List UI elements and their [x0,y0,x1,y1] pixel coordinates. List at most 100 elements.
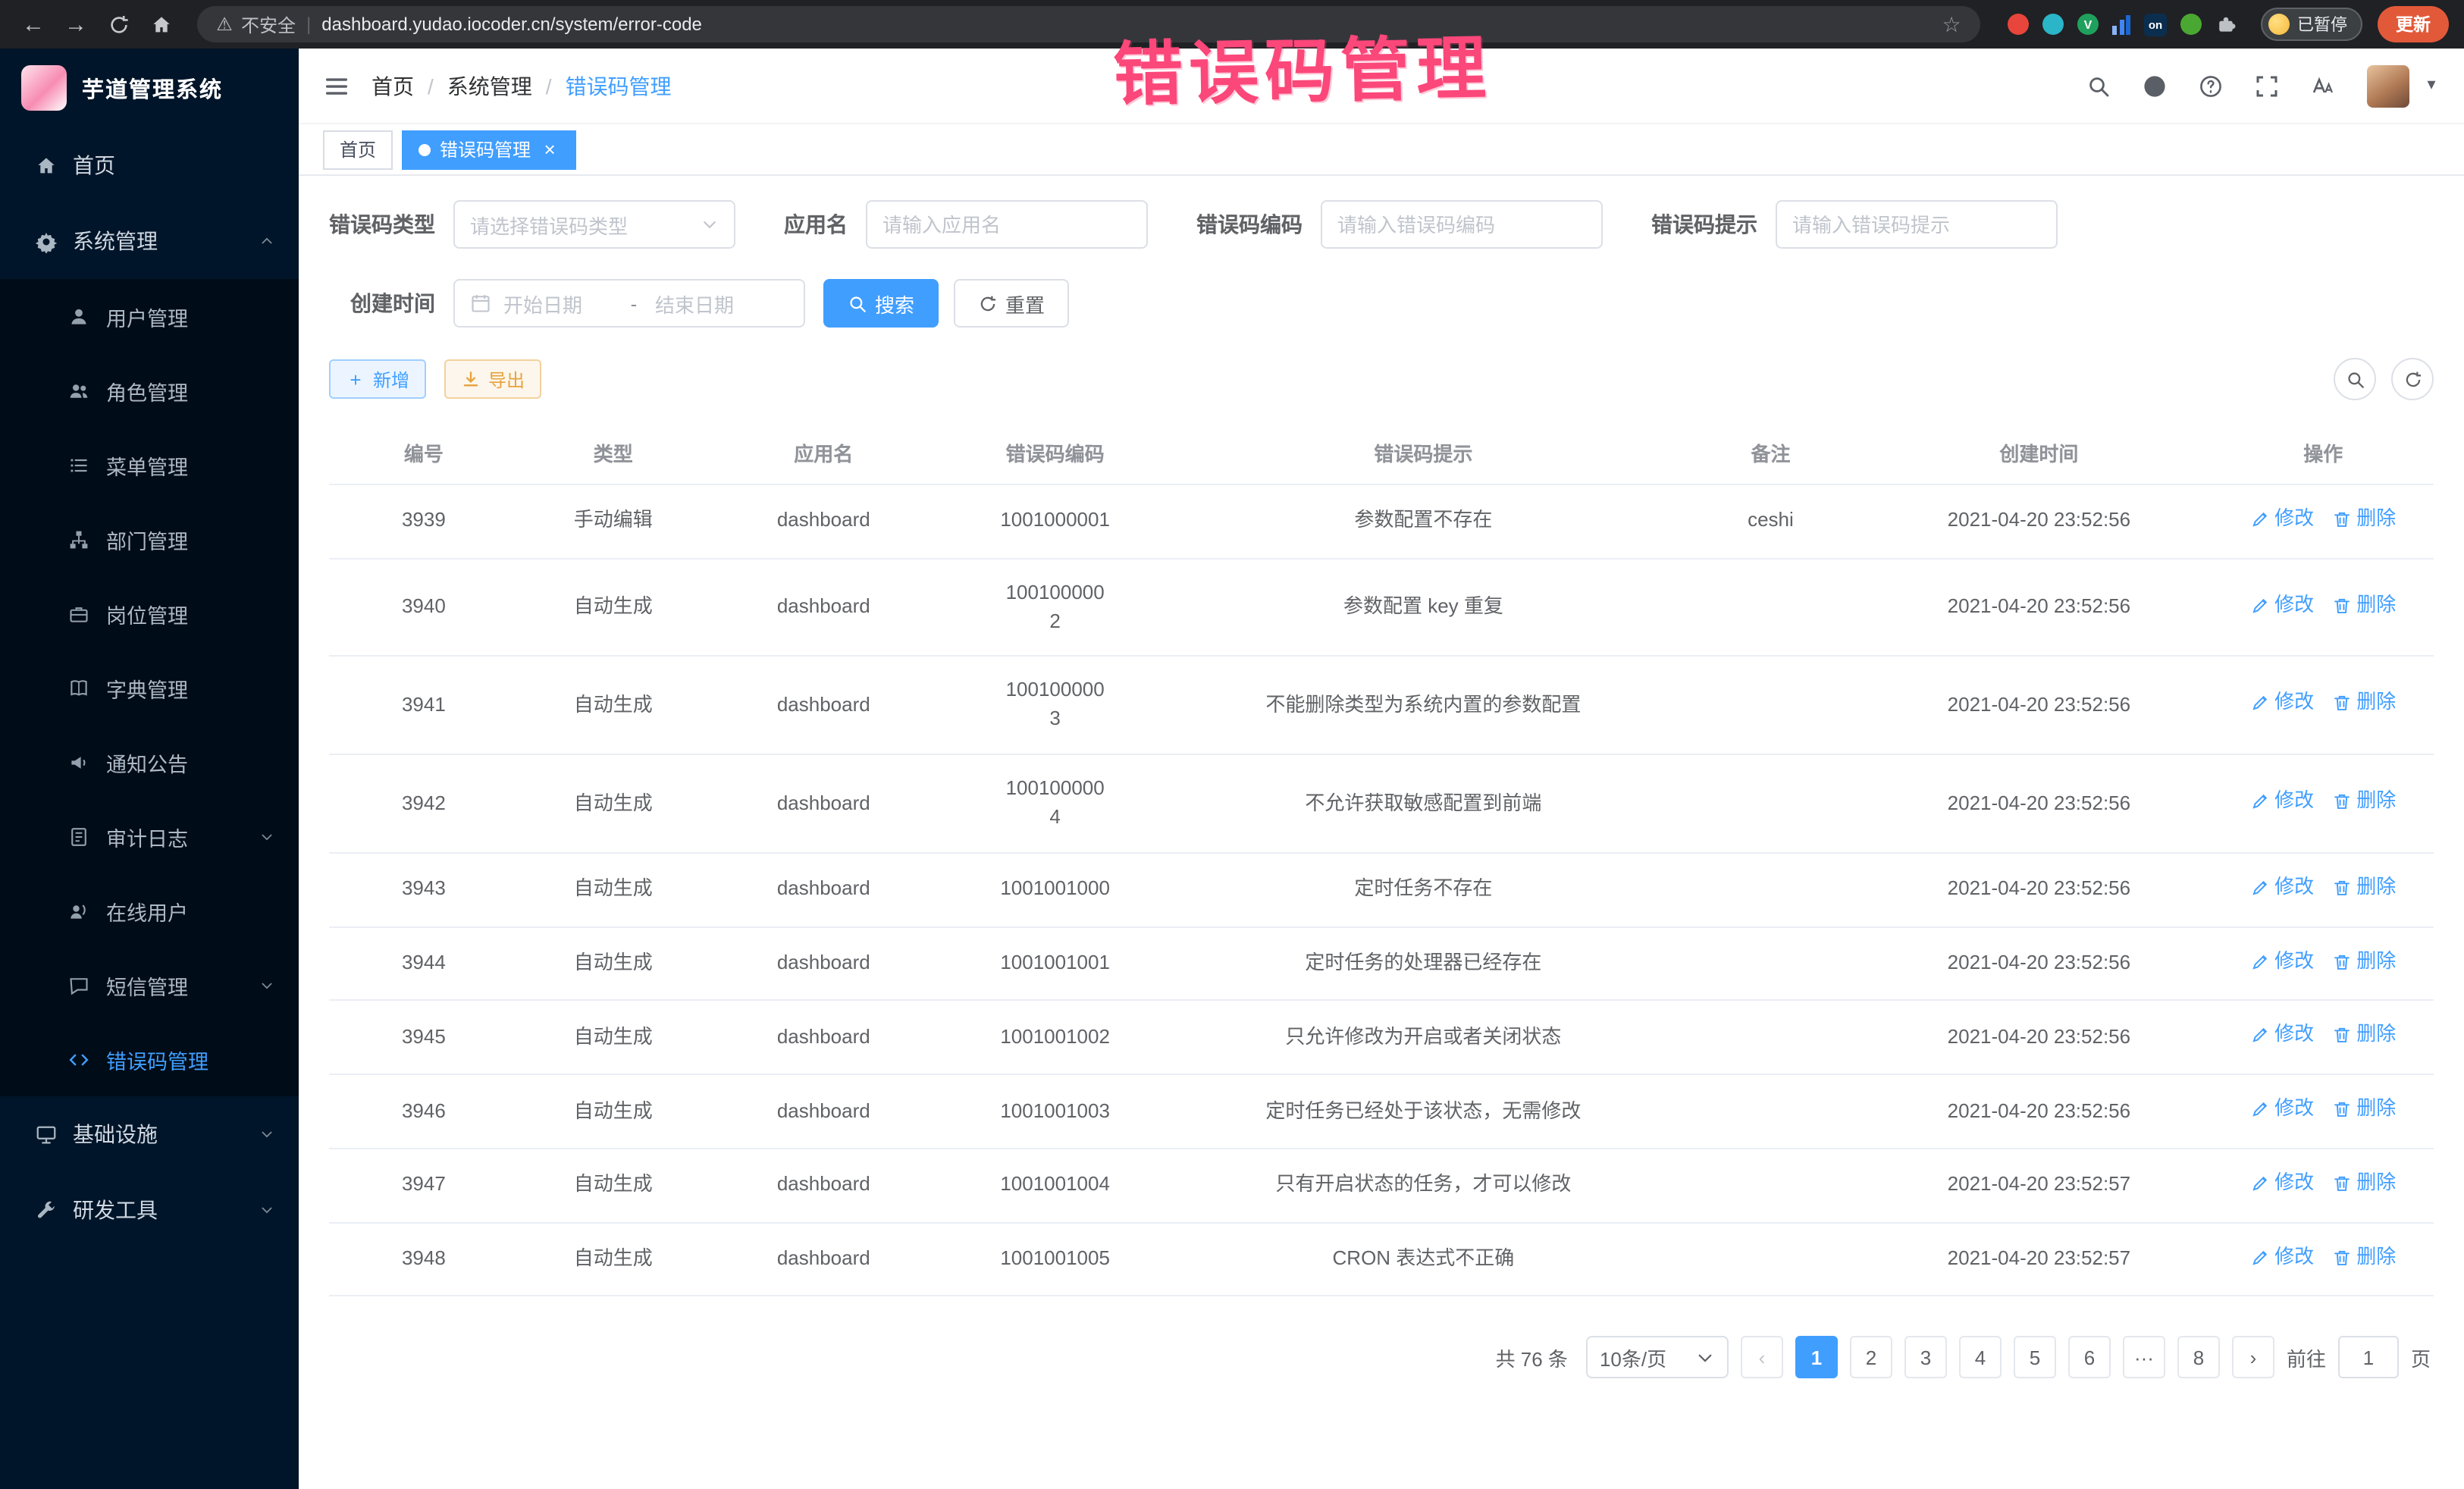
sidebar-item-menu[interactable]: 菜单管理 [0,428,299,502]
reset-button[interactable]: 重置 [954,279,1069,328]
tab-error-code[interactable]: 错误码管理 × [402,130,576,169]
page-button-2[interactable]: 2 [1850,1337,1892,1379]
sidebar-item-dict[interactable]: 字典管理 [0,650,299,725]
create-time-range-picker[interactable]: 开始日期 - 结束日期 [453,279,805,328]
github-icon[interactable] [2143,74,2167,98]
extension-icon-chart[interactable] [2112,14,2130,34]
app-logo[interactable]: 芋道管理系统 [0,49,299,127]
extension-icon-teal[interactable] [2042,14,2064,35]
chat-icon [67,974,91,995]
error-hint-input[interactable] [1792,213,2041,236]
system-submenu: 用户管理角色管理菜单管理部门管理岗位管理字典管理通知公告审计日志在线用户短信管理… [0,279,299,1096]
page-button-3[interactable]: 3 [1904,1337,1947,1379]
sidebar-toggle-icon[interactable] [323,72,350,99]
extension-icon-vue[interactable]: V [2077,14,2099,35]
edit-link[interactable]: 修改 [2250,947,2314,976]
page-ellipsis[interactable]: ··· [2123,1337,2165,1379]
sidebar-item-system[interactable]: 系统管理 [0,203,299,279]
sidebar-item-infra[interactable]: 基础设施 [0,1096,299,1172]
delete-link[interactable]: 删除 [2332,689,2396,718]
profile-paused-badge[interactable]: 已暂停 [2261,8,2362,41]
sidebar-item-role[interactable]: 角色管理 [0,353,299,428]
delete-link[interactable]: 删除 [2332,873,2396,902]
edit-link[interactable]: 修改 [2250,1021,2314,1050]
extension-icon-green[interactable] [2180,14,2202,35]
extension-icon-on[interactable]: on [2144,13,2167,36]
page-button-6[interactable]: 6 [2068,1337,2111,1379]
edit-link[interactable]: 修改 [2250,689,2314,718]
edit-link[interactable]: 修改 [2250,1169,2314,1198]
browser-reload-icon[interactable] [100,6,136,42]
cell-id: 3944 [329,926,519,1001]
sidebar-item-error-code[interactable]: 错误码管理 [0,1022,299,1096]
add-button[interactable]: +新增 [329,359,426,399]
breadcrumb-item-home[interactable]: 首页 [371,71,414,101]
next-page-button[interactable]: › [2232,1337,2274,1379]
address-bar[interactable]: ⚠不安全 | dashboard.yudao.iocoder.cn/system… [197,6,1980,42]
search-icon[interactable] [2086,74,2111,98]
refresh-table-button[interactable] [2391,358,2434,400]
edit-link[interactable]: 修改 [2250,591,2314,619]
delete-link[interactable]: 删除 [2332,1169,2396,1198]
browser-update-button[interactable]: 更新 [2378,6,2449,42]
page-size-select[interactable]: 10条/页 [1586,1337,1729,1379]
cell-code: 1001001001 [939,926,1171,1001]
extensions-puzzle-icon[interactable] [2215,14,2237,35]
security-indicator[interactable]: ⚠不安全 [215,11,296,37]
breadcrumb-item-system[interactable]: 系统管理 [414,71,532,101]
bookmark-star-icon[interactable]: ☆ [1941,14,1962,35]
export-button[interactable]: 导出 [444,359,541,399]
sidebar-item-dept[interactable]: 部门管理 [0,502,299,576]
cell-code: 1001000001 [939,484,1171,559]
sidebar-item-post[interactable]: 岗位管理 [0,576,299,650]
sidebar-item-user[interactable]: 用户管理 [0,279,299,353]
edit-link[interactable]: 修改 [2250,873,2314,902]
browser-home-icon[interactable] [143,6,179,42]
delete-link[interactable]: 删除 [2332,591,2396,619]
cell-actions: 修改删除 [2212,1149,2434,1223]
error-type-select[interactable]: 请选择错误码类型 [453,200,735,249]
delete-link[interactable]: 删除 [2332,1021,2396,1050]
page-button-8[interactable]: 8 [2177,1337,2220,1379]
tab-home[interactable]: 首页 [323,130,393,169]
refresh-icon [2403,369,2422,389]
help-icon[interactable] [2199,74,2223,98]
fullscreen-icon[interactable] [2255,74,2279,98]
browser-back-icon[interactable]: ← [15,6,52,42]
page-button-4[interactable]: 4 [1959,1337,2002,1379]
font-size-icon[interactable] [2311,74,2335,98]
close-icon[interactable]: × [540,139,560,159]
delete-link[interactable]: 删除 [2332,947,2396,976]
cell-hint: 只有开启状态的任务，才可以修改 [1171,1149,1676,1223]
sidebar-item-home[interactable]: 首页 [0,127,299,203]
delete-link[interactable]: 删除 [2332,1095,2396,1124]
sidebar-item-audit-log[interactable]: 审计日志 [0,799,299,873]
date-range-separator: - [619,292,649,315]
browser-forward-icon[interactable]: → [58,6,94,42]
edit-link[interactable]: 修改 [2250,1095,2314,1124]
page-button-1[interactable]: 1 [1795,1337,1838,1379]
edit-link[interactable]: 修改 [2250,1243,2314,1271]
page-button-5[interactable]: 5 [2014,1337,2056,1379]
cell-code: 1001000002 [939,559,1171,657]
sidebar-item-online-user[interactable]: 在线用户 [0,873,299,948]
delete-link[interactable]: 删除 [2332,1243,2396,1271]
app-name-input[interactable] [882,213,1131,236]
user-avatar[interactable] [2367,64,2409,107]
search-button[interactable]: 搜索 [823,279,939,328]
edit-link[interactable]: 修改 [2250,505,2314,534]
extension-icon-red[interactable] [2008,14,2029,35]
sidebar-item-notice[interactable]: 通知公告 [0,725,299,799]
sidebar-item-sms[interactable]: 短信管理 [0,948,299,1022]
delete-link[interactable]: 删除 [2332,787,2396,816]
edit-icon [2250,951,2270,971]
sidebar-item-dev-tools[interactable]: 研发工具 [0,1172,299,1248]
error-code-input[interactable] [1337,213,1586,236]
goto-page-input[interactable] [2338,1337,2399,1379]
prev-page-button[interactable]: ‹ [1741,1337,1783,1379]
toggle-search-button[interactable] [2334,358,2376,400]
column-header: 备注 [1676,422,1866,484]
caret-down-icon[interactable]: ▾ [2423,77,2440,94]
edit-link[interactable]: 修改 [2250,787,2314,816]
delete-link[interactable]: 删除 [2332,505,2396,534]
